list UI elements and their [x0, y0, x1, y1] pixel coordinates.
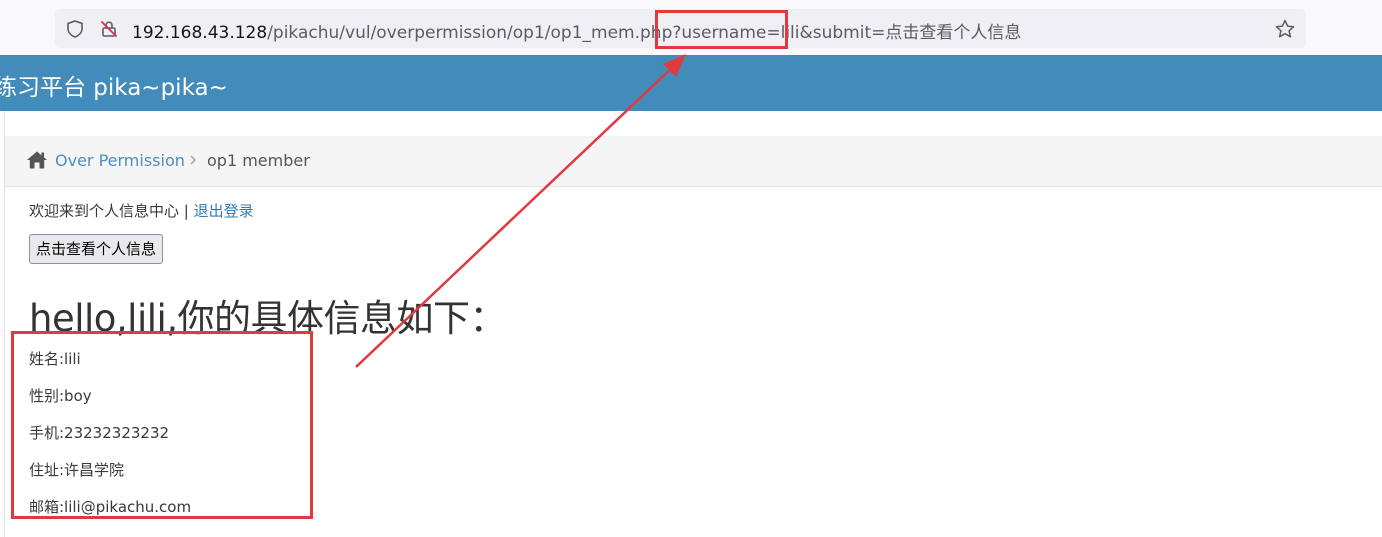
insecure-lock-icon[interactable]: [99, 19, 119, 39]
site-header: 练习平台 pika~pika~: [0, 55, 1382, 111]
url-path: /pikachu/vul/overpermission/op1/op1_mem.…: [267, 23, 1022, 43]
view-info-button[interactable]: 点击查看个人信息: [29, 234, 164, 264]
welcome-text: 欢迎来到个人信息中心 |: [29, 202, 194, 220]
annotation-box-info: [11, 331, 313, 519]
home-icon: [26, 150, 48, 170]
page: 192.168.43.128/pikachu/vul/overpermissio…: [0, 0, 1382, 537]
breadcrumb: Over Permission op1 member: [5, 136, 1382, 187]
annotation-box-url: [655, 10, 788, 49]
breadcrumb-current: op1 member: [207, 151, 310, 170]
chevron-right-icon: [188, 152, 198, 168]
logout-link[interactable]: 退出登录: [194, 202, 254, 220]
url-text[interactable]: 192.168.43.128/pikachu/vul/overpermissio…: [132, 18, 1021, 43]
star-icon[interactable]: [1274, 18, 1296, 40]
welcome-line: 欢迎来到个人信息中心 | 退出登录: [29, 200, 254, 221]
url-host: 192.168.43.128: [132, 23, 268, 43]
breadcrumb-link-over-permission[interactable]: Over Permission: [55, 151, 185, 170]
site-title[interactable]: 练习平台 pika~pika~: [0, 68, 228, 102]
shield-icon[interactable]: [65, 19, 85, 39]
